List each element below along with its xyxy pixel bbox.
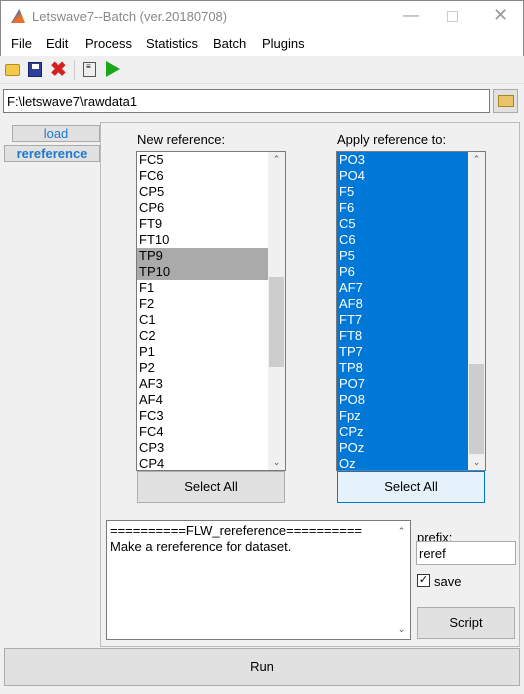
list-item[interactable]: PO7 [337,376,470,392]
open-folder-icon[interactable] [5,64,20,76]
description-line: ==========FLW_rereference========== [110,523,363,538]
scroll-down-icon: ⌄ [472,457,481,467]
list-item[interactable]: FC4 [137,424,270,440]
script-button[interactable]: Script [417,607,515,639]
run-button[interactable]: Run [4,648,520,686]
minimize-button[interactable]: — [403,7,419,25]
list-item[interactable]: PO4 [337,168,470,184]
list-item[interactable]: PO8 [337,392,470,408]
list-item[interactable]: TP7 [337,344,470,360]
list-item[interactable]: P1 [137,344,270,360]
list-item[interactable]: Oz [337,456,470,470]
prefix-input[interactable]: reref [416,541,516,565]
scrollbar[interactable]: ⌃ ⌄ [268,152,285,470]
menu-plugins[interactable]: Plugins [262,36,305,51]
scrollbar[interactable]: ⌃ ⌄ [393,521,410,639]
list-item[interactable]: POz [337,440,470,456]
matlab-icon [11,9,25,23]
list-item[interactable]: C2 [137,328,270,344]
description-box[interactable]: ==========FLW_rereference========== Make… [106,520,411,640]
menu-batch[interactable]: Batch [213,36,246,51]
window-title: Letswave7--Batch (ver.20180708) [32,9,228,24]
list-item[interactable]: CPz [337,424,470,440]
list-item[interactable]: CP5 [137,184,270,200]
list-item[interactable]: FT8 [337,328,470,344]
list-item[interactable]: CP4 [137,456,270,470]
list-item[interactable]: FC3 [137,408,270,424]
folder-icon [498,95,514,107]
scroll-thumb[interactable] [269,277,284,367]
list-item[interactable]: FT10 [137,232,270,248]
scroll-up-icon: ⌃ [272,154,281,164]
list-item[interactable]: AF3 [137,376,270,392]
list-item[interactable]: TP9 [137,248,270,264]
list-item[interactable]: TP8 [337,360,470,376]
menu-bar: File Edit Process Statistics Batch Plugi… [0,32,524,56]
list-item[interactable]: CP6 [137,200,270,216]
menu-edit[interactable]: Edit [46,36,68,51]
title-bar: Letswave7--Batch (ver.20180708) — ✕ [0,0,524,32]
scroll-up-icon: ⌃ [472,154,481,164]
close-button[interactable]: ✕ [493,5,508,26]
apply-reference-label: Apply reference to: [337,132,447,147]
apply-reference-list[interactable]: PO3 PO4 F5 F6 C5 C6 P5 P6 AF7 AF8 FT7 FT8 TP7 TP8 PO7 P… [336,151,486,471]
browse-folder-button[interactable] [493,89,518,113]
menu-statistics[interactable]: Statistics [146,36,198,51]
list-item[interactable]: AF7 [337,280,470,296]
maximize-button[interactable] [447,11,458,22]
list-item[interactable]: CP3 [137,440,270,456]
list-item[interactable]: F5 [337,184,470,200]
list-item[interactable]: P5 [337,248,470,264]
scrollbar[interactable]: ⌃ ⌄ [468,152,485,470]
delete-icon[interactable]: ✖ [50,57,67,82]
list-item[interactable]: AF8 [337,296,470,312]
list-item[interactable]: Fpz [337,408,470,424]
list-item[interactable]: C6 [337,232,470,248]
list-item[interactable]: P6 [337,264,470,280]
list-item[interactable]: FT7 [337,312,470,328]
list-item[interactable]: F2 [137,296,270,312]
list-item[interactable]: C1 [137,312,270,328]
scroll-down-icon: ⌄ [272,457,281,467]
toolbar-separator [74,60,75,80]
apply-reference-select-all-button[interactable]: Select All [337,471,485,503]
menu-process[interactable]: Process [85,36,132,51]
list-item[interactable]: FT9 [137,216,270,232]
script-icon[interactable]: ≡ [83,62,96,77]
menu-file[interactable]: File [11,36,32,51]
list-item[interactable]: AF4 [137,392,270,408]
list-item[interactable]: FC5 [137,152,270,168]
save-checkbox[interactable]: ✓ [417,574,430,587]
new-reference-list[interactable]: FC5 FC6 CP5 CP6 FT9 FT10 TP9 TP10 F1 F2 C1 C2 P1 P2 AF… [136,151,286,471]
list-item[interactable]: P2 [137,360,270,376]
scroll-up-icon: ⌃ [397,526,406,536]
list-item[interactable]: TP10 [137,264,270,280]
list-item[interactable]: PO3 [337,152,470,168]
list-item[interactable]: F1 [137,280,270,296]
new-reference-label: New reference: [137,132,226,147]
list-item[interactable]: FC6 [137,168,270,184]
toolbar: ✖ ≡ [0,56,524,84]
path-input[interactable]: F:\letswave7\rawdata1 [3,89,490,113]
scroll-down-icon: ⌄ [397,624,406,634]
new-reference-select-all-button[interactable]: Select All [137,471,285,503]
save-label: save [434,574,462,589]
scroll-thumb[interactable] [469,364,484,454]
save-icon[interactable] [28,62,42,77]
list-item[interactable]: F6 [337,200,470,216]
step-load[interactable]: load [12,125,100,142]
step-rereference[interactable]: rereference [4,145,100,162]
run-icon[interactable] [106,61,120,77]
description-line: Make a rereference for dataset. [110,539,292,554]
list-item[interactable]: C5 [337,216,470,232]
